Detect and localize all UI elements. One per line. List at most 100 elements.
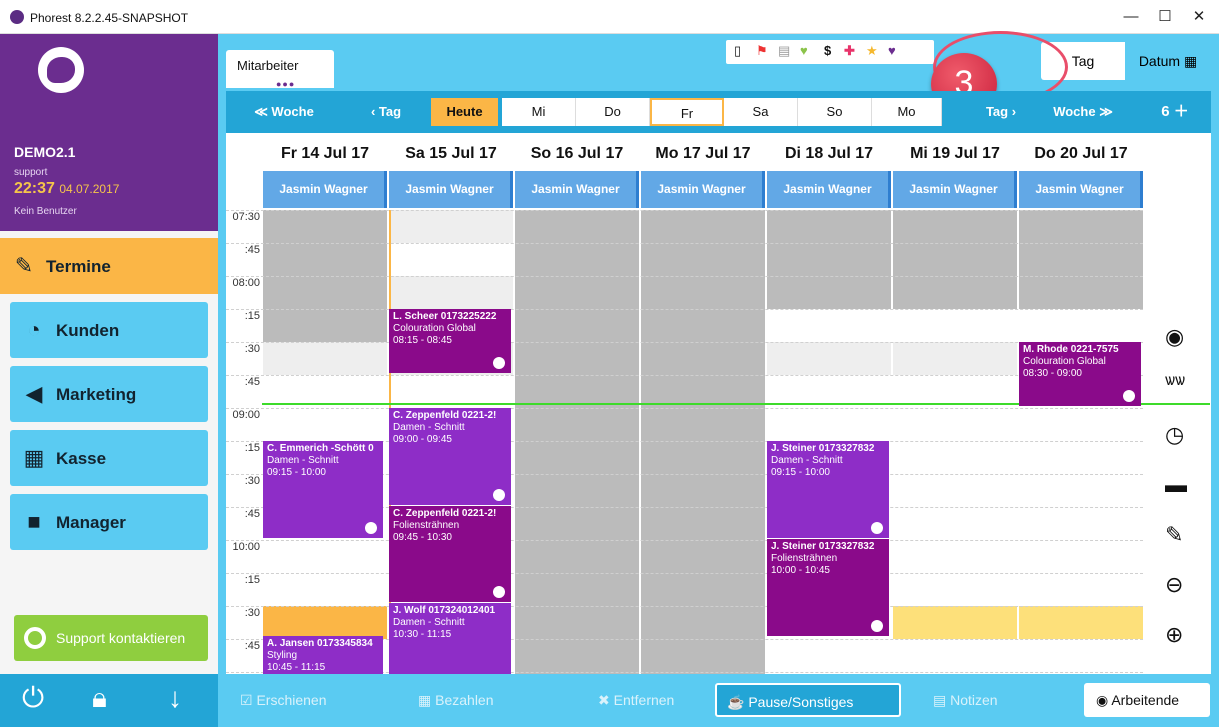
nav-label: Manager (56, 513, 126, 532)
today-button[interactable]: Heute (431, 98, 498, 126)
day-button-mi[interactable]: Mi (502, 98, 576, 126)
printer-icon[interactable]: ▬ (1165, 472, 1187, 498)
logged-user-status: Kein Benutzer (14, 206, 77, 217)
appointment[interactable]: J. Wolf 017324012401 Damen - Schnitt 10:… (389, 603, 511, 674)
day-column-mi[interactable] (893, 210, 1017, 674)
star-icon[interactable]: ★ (866, 43, 878, 59)
appt-time: 10:45 - 11:15 (267, 662, 326, 673)
flag-icon (493, 357, 505, 369)
time-label: :45 (244, 640, 260, 652)
appointment[interactable]: A. Jansen 0173345834 Styling 10:45 - 11:… (263, 636, 383, 674)
pause-button[interactable]: ☕ Pause/Sonstiges (715, 683, 901, 717)
phorest-logo (38, 47, 84, 93)
appt-client: J. Wolf 017324012401 (393, 605, 496, 616)
next-day-button[interactable]: Tag › (966, 98, 1036, 126)
dollar-icon[interactable]: $ (824, 43, 831, 58)
notizen-button[interactable]: ▤ Notizen (933, 683, 998, 717)
day-button-so[interactable]: So (798, 98, 872, 126)
day-column-so[interactable] (515, 210, 639, 674)
view-day-button[interactable]: Tag (1041, 42, 1125, 80)
heart-icon[interactable]: ♥ (800, 43, 808, 58)
dots-icon: ●●● (276, 79, 296, 89)
day-column-do[interactable] (1019, 210, 1143, 674)
prev-week-label: Woche (271, 104, 314, 119)
appt-service: Foliensträhnen (771, 553, 838, 564)
zoom-out-icon[interactable]: ⊖ (1165, 572, 1183, 598)
notes-icon[interactable]: ✎ (1165, 522, 1183, 548)
username: DEMO2.1 (14, 144, 76, 160)
nav-kunden[interactable]: ◔ Kunden (10, 302, 208, 358)
staff-header[interactable]: Jasmin Wagner (263, 171, 387, 208)
appointment[interactable]: C. Emmerich -Schött 0 Damen - Schnitt 09… (263, 441, 383, 538)
next-day-label: Tag (985, 104, 1009, 119)
appt-time: 09:45 - 10:30 (393, 532, 452, 543)
bezahlen-button[interactable]: ▦ Bezahlen (418, 683, 494, 717)
lock-icon[interactable]: 🔒︎ (92, 682, 107, 715)
time-label: :30 (244, 343, 260, 355)
view-toggle: Tag Datum ▦ (1041, 42, 1211, 80)
appt-time: 08:15 - 08:45 (393, 335, 452, 346)
briefcase-icon: ■ (27, 509, 41, 534)
prev-day-button[interactable]: ‹ Tag (346, 98, 426, 126)
people-icon[interactable]: ѡѡ (1165, 372, 1185, 390)
staff-header[interactable]: Jasmin Wagner (641, 171, 765, 208)
maximize-button[interactable]: ☐ (1148, 6, 1182, 28)
staff-header[interactable]: Jasmin Wagner (1019, 171, 1143, 208)
nav-label: Marketing (56, 385, 137, 404)
support-button[interactable]: Support kontaktieren (14, 615, 208, 661)
appt-service: Colouration Global (1023, 356, 1106, 367)
day-button-fr[interactable]: Fr (650, 98, 724, 126)
eye-slash-icon[interactable]: ◉ (1165, 324, 1184, 350)
broken-heart-icon[interactable]: ♥ (888, 43, 896, 58)
flag-icon (493, 586, 505, 598)
appt-client: J. Steiner 0173327832 (771, 443, 875, 454)
appointment[interactable]: C. Zeppenfeld 0221-2! Damen - Schnitt 09… (389, 408, 511, 505)
next-week-button[interactable]: Woche ≫ (1038, 98, 1128, 126)
nav-marketing[interactable]: ◀ Marketing (10, 366, 208, 422)
day-button-sa[interactable]: Sa (724, 98, 798, 126)
appointment[interactable]: C. Zeppenfeld 0221-2! Foliensträhnen 09:… (389, 506, 511, 602)
close-button[interactable]: ✕ (1182, 6, 1216, 28)
staff-header[interactable]: Jasmin Wagner (389, 171, 513, 208)
clipboard-icon[interactable]: ▤ (778, 43, 790, 59)
staff-header[interactable]: Jasmin Wagner (767, 171, 891, 208)
flag-icon[interactable]: ⚑ (756, 43, 768, 59)
appointment[interactable]: J. Steiner 0173327832 Damen - Schnitt 09… (767, 441, 889, 538)
day-header: Fr 14 Jul 17 (280, 145, 370, 162)
entfernen-button[interactable]: ✖ Entfernen (598, 683, 674, 717)
appointment[interactable]: M. Rhode 0221-7575 Colouration Global 08… (1019, 342, 1141, 406)
time-label: 10:00 (232, 541, 260, 553)
notizen-label: Notizen (950, 692, 998, 708)
staff-header[interactable]: Jasmin Wagner (515, 171, 639, 208)
nav-kasse[interactable]: ▦ Kasse (10, 430, 208, 486)
day-column-mo[interactable] (641, 210, 765, 674)
tab-mitarbeiter[interactable]: Mitarbeiter ●●● (226, 50, 334, 89)
appt-client: C. Emmerich -Schött 0 (267, 443, 374, 454)
staff-header[interactable]: Jasmin Wagner (893, 171, 1017, 208)
plus-icon[interactable]: ✚ (844, 43, 855, 59)
prev-week-button[interactable]: ≪ Woche (234, 98, 334, 126)
power-icon[interactable]: ⏻ (22, 682, 44, 715)
flag-icon (493, 489, 505, 501)
zoom-in-icon[interactable]: ⊕ (1165, 622, 1183, 648)
days-count: 6 (1161, 103, 1170, 120)
appointment[interactable]: J. Steiner 0173327832 Foliensträhnen 10:… (767, 539, 889, 636)
next-week-label: Woche (1053, 104, 1096, 119)
nav-termine[interactable]: ✎ Termine (0, 238, 218, 294)
nav-manager[interactable]: ■ Manager (10, 494, 208, 550)
arbeitende-button[interactable]: ◉ Arbeitende (1084, 683, 1210, 717)
time-label: :15 (244, 310, 260, 322)
phone-icon[interactable]: ▯ (734, 43, 741, 59)
view-date-button[interactable]: Datum ▦ (1125, 42, 1211, 80)
clock-icon[interactable]: ◷ (1165, 422, 1184, 448)
day-button-mo[interactable]: Mo (872, 98, 942, 126)
day-button-do[interactable]: Do (576, 98, 650, 126)
days-count-button[interactable]: 6 ＋ (1144, 98, 1206, 126)
minimize-button[interactable]: — (1114, 6, 1148, 28)
window-titlebar: Phorest 8.2.2.45-SNAPSHOT — ☐ ✕ (0, 0, 1219, 34)
appointment[interactable]: L. Scheer 0173225222 Colouration Global … (389, 309, 511, 373)
calendar-grid: Fr 14 Jul 17 Sa 15 Jul 17 So 16 Jul 17 M… (226, 133, 1211, 674)
arrow-down-icon[interactable]: ↓ (168, 682, 182, 714)
erschienen-button[interactable]: ☑ Erschienen (240, 683, 327, 717)
time-label: :30 (244, 475, 260, 487)
